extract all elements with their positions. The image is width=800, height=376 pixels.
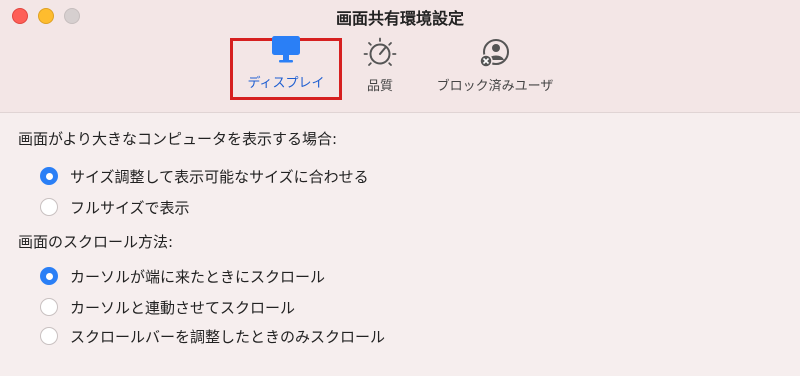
display-icon	[268, 34, 304, 66]
option-scroll-at-edge[interactable]: カーソルが端に来たときにスクロール	[40, 265, 325, 287]
tab-quality-label: 品質	[366, 79, 393, 94]
scroll-heading: 画面のスクロール方法:	[18, 233, 174, 251]
title-bar: 画面共有環境設定 ディスプレイ 品質 ブロック済みユーザ	[0, 0, 800, 113]
tab-display-label: ディスプレイ	[247, 76, 325, 91]
quality-dial-icon	[362, 37, 398, 69]
tab-display[interactable]: ディスプレイ	[230, 36, 342, 100]
radio-scroll-with-cursor[interactable]	[40, 298, 58, 316]
option-scroll-with-scrollbar[interactable]: スクロールバーを調整したときのみスクロール	[40, 325, 385, 347]
window-title: 画面共有環境設定	[335, 9, 464, 28]
radio-scroll-at-edge[interactable]	[40, 267, 58, 285]
radio-scale-to-fit[interactable]	[40, 167, 58, 185]
option-scale-to-fit-label: サイズ調整して表示可能なサイズに合わせる	[70, 167, 369, 186]
radio-scroll-with-scrollbar[interactable]	[40, 327, 58, 345]
option-scroll-with-cursor-label: カーソルと連動させてスクロール	[70, 298, 296, 317]
option-full-size-label: フルサイズで表示	[70, 198, 190, 217]
tab-blocked-users-label: ブロック済みユーザ	[436, 79, 554, 94]
option-scale-to-fit[interactable]: サイズ調整して表示可能なサイズに合わせる	[40, 165, 369, 187]
tab-quality[interactable]: 品質	[356, 37, 404, 100]
radio-full-size[interactable]	[40, 198, 58, 216]
settings-panel: 画面がより大きなコンピュータを表示する場合: サイズ調整して表示可能なサイズに合…	[0, 113, 800, 376]
option-scroll-with-cursor[interactable]: カーソルと連動させてスクロール	[40, 296, 295, 318]
option-scroll-at-edge-label: カーソルが端に来たときにスクロール	[70, 267, 326, 286]
display-size-heading: 画面がより大きなコンピュータを表示する場合:	[18, 130, 338, 148]
tab-blocked-users[interactable]: ブロック済みユーザ	[420, 38, 570, 100]
blocked-user-icon	[477, 37, 513, 69]
option-full-size[interactable]: フルサイズで表示	[40, 196, 190, 218]
preferences-window: 画面共有環境設定 ディスプレイ 品質 ブロック済みユーザ 画面がより大きなコンピ…	[0, 0, 800, 376]
option-scroll-with-scrollbar-label: スクロールバーを調整したときのみスクロール	[70, 327, 386, 346]
